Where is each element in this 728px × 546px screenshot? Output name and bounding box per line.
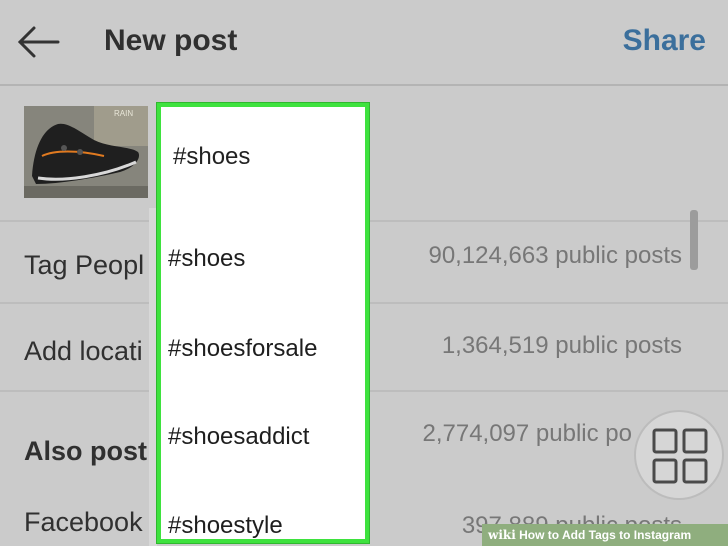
suggestion-list-edge: [149, 208, 157, 546]
share-button[interactable]: Share: [623, 24, 706, 58]
suggestion-count: 1,364,519 public posts: [441, 332, 682, 359]
tag-people-row[interactable]: Tag Peopl: [24, 250, 144, 281]
back-arrow-icon[interactable]: [14, 22, 62, 62]
also-post-heading: Also post: [24, 436, 148, 466]
watermark: wiki How to Add Tags to Instagram: [482, 524, 728, 546]
suggestion-count: 2,774,097 public po: [422, 420, 632, 447]
hashtag-suggestion-dropdown: #shoes #shoes #shoesforsale #shoesaddict…: [157, 103, 369, 543]
scrollbar[interactable]: [690, 210, 698, 270]
grid-view-button[interactable]: [634, 410, 724, 500]
top-bar: New post Share: [0, 0, 728, 86]
suggestion-item[interactable]: #shoes: [168, 245, 245, 273]
add-location-row[interactable]: Add locati: [24, 336, 143, 367]
post-thumbnail: RAIN: [24, 106, 148, 198]
suggestion-item[interactable]: #shoesforsale: [168, 335, 317, 363]
grid-icon: [652, 428, 708, 484]
thumbnail-text: RAIN: [114, 109, 133, 118]
watermark-text: How to Add Tags to Instagram: [519, 528, 692, 542]
suggestion-item[interactable]: #shoestyle: [168, 512, 283, 539]
suggestion-count: 90,124,663 public posts: [428, 242, 682, 269]
shoe-photo-image: RAIN: [24, 106, 148, 198]
watermark-wiki: wiki: [488, 528, 516, 542]
suggestion-item[interactable]: #shoesaddict: [168, 423, 309, 451]
facebook-row[interactable]: Facebook: [24, 507, 143, 538]
page-title: New post: [104, 24, 238, 57]
caption-input[interactable]: #shoes: [173, 143, 250, 171]
